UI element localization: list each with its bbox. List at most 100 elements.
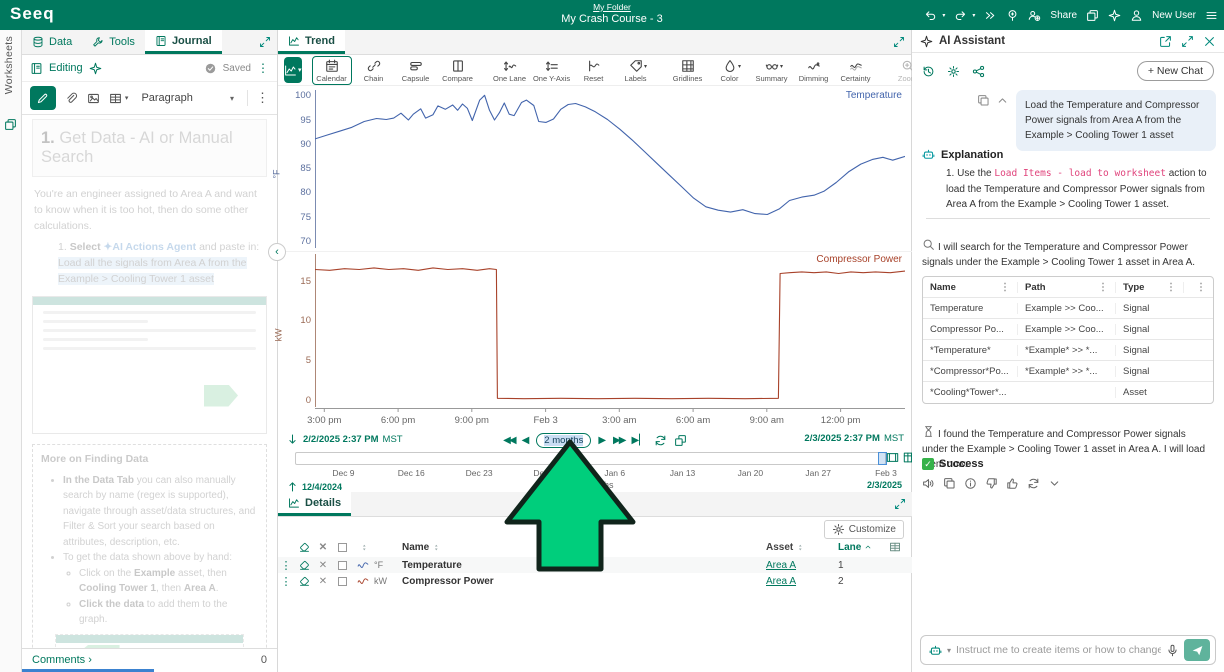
read-aloud-icon[interactable]	[922, 477, 935, 490]
ai-actions-agent-link[interactable]: ✦AI Actions Agent	[104, 241, 197, 253]
collapse-panel-button[interactable]: ‹	[268, 243, 286, 261]
temperature-lane[interactable]: °F707580859095100Temperature	[278, 88, 912, 250]
compressor-power-plot[interactable]	[315, 252, 905, 407]
ai-table-row[interactable]: Compressor Po...Example >> Coo...Signal	[923, 319, 1213, 340]
ai-share-icon[interactable]	[972, 65, 985, 78]
chat-history-icon[interactable]	[922, 65, 935, 78]
redo-caret-icon[interactable]: ▾	[972, 12, 975, 19]
expand-journal-icon[interactable]	[259, 36, 271, 48]
step-to-now-button[interactable]: ▶▏	[631, 435, 646, 446]
row-checkbox[interactable]	[332, 577, 352, 586]
eraser-icon[interactable]	[294, 542, 314, 553]
temperature-plot[interactable]	[315, 88, 905, 248]
capsule-button[interactable]: Capsule	[396, 56, 436, 85]
user-icon[interactable]	[1130, 9, 1143, 22]
row-kebab-icon[interactable]: ⋮	[278, 559, 294, 572]
column-menu-icon[interactable]: ⋮	[1098, 282, 1108, 293]
tab-tools[interactable]: Tools	[82, 30, 145, 54]
series-legend[interactable]: Compressor Power	[816, 254, 902, 265]
ai-mode-icon[interactable]	[929, 644, 942, 657]
row-name[interactable]: Temperature	[402, 560, 766, 571]
chain-button[interactable]: Chain	[354, 56, 394, 85]
explore-icon[interactable]	[1006, 9, 1019, 22]
certainty-button[interactable]: Certainty	[836, 56, 876, 85]
new-chat-button[interactable]: + New Chat	[1137, 61, 1214, 81]
labels-button[interactable]: ▾Labels	[616, 56, 656, 85]
journal-ai-icon[interactable]	[89, 62, 102, 75]
tab-details[interactable]: Details	[278, 492, 351, 516]
collapse-message-icon[interactable]	[996, 94, 1009, 107]
ai-pen-button[interactable]	[30, 86, 56, 110]
regenerate-icon[interactable]	[1027, 477, 1040, 490]
thumbs-down-icon[interactable]	[985, 477, 998, 490]
col-name[interactable]: Name	[402, 542, 766, 553]
duration-pill[interactable]: 2 months	[536, 433, 591, 448]
timeline-slider[interactable]	[295, 452, 886, 465]
comments-link[interactable]: Comments ›	[32, 654, 92, 666]
user-name-label[interactable]: New User	[1152, 10, 1196, 21]
copy-response-icon[interactable]	[943, 477, 956, 490]
row-asset-link[interactable]: Area A	[766, 576, 832, 587]
one-y-axis-button[interactable]: One Y-Axis	[532, 56, 572, 85]
expand-details-icon[interactable]	[894, 498, 906, 510]
column-menu-icon[interactable]: ⋮	[1166, 282, 1176, 293]
tab-data[interactable]: Data	[22, 30, 82, 54]
expand-ai-icon[interactable]	[1181, 35, 1194, 48]
hamburger-menu-icon[interactable]	[1205, 9, 1218, 22]
summary-button[interactable]: ▾Summary	[752, 56, 792, 85]
share-button[interactable]: Share	[1050, 10, 1077, 21]
step-forward-double-button[interactable]: ▶▶	[613, 435, 624, 446]
redo-icon[interactable]	[954, 9, 967, 22]
column-menu-icon[interactable]: ⋮	[1000, 282, 1010, 293]
row-eraser-icon[interactable]	[294, 576, 314, 587]
row-asset-link[interactable]: Area A	[766, 560, 832, 571]
worksheets-window-icon[interactable]	[1086, 9, 1099, 22]
expand-trend-icon[interactable]	[893, 36, 905, 48]
col-asset[interactable]: Asset	[766, 542, 832, 553]
row-name[interactable]: Compressor Power	[402, 576, 766, 587]
ai-prompt-input[interactable]	[956, 644, 1161, 656]
worksheets-panel-icon[interactable]	[4, 118, 17, 131]
ai-mode-caret-icon[interactable]: ▾	[947, 646, 951, 655]
worksheets-strip[interactable]: Worksheets	[0, 30, 22, 672]
thumbs-up-icon[interactable]	[1006, 477, 1019, 490]
customize-button[interactable]: Customize	[824, 520, 904, 539]
ai-table-row[interactable]: *Compressor*Po...*Example* >> *...Signal	[923, 361, 1213, 382]
open-in-new-icon[interactable]	[1159, 35, 1172, 48]
row-checkbox[interactable]	[332, 561, 352, 570]
forward-icon[interactable]	[984, 9, 997, 22]
mic-icon[interactable]	[1166, 644, 1179, 657]
color-button[interactable]: ▾Color	[710, 56, 750, 85]
column-menu-icon[interactable]: ⋮	[1196, 282, 1206, 293]
step-back-double-button[interactable]: ◀◀	[503, 435, 514, 446]
more-actions-icon[interactable]	[1048, 477, 1061, 490]
row-eraser-icon[interactable]	[294, 560, 314, 571]
undo-caret-icon[interactable]: ▾	[942, 12, 945, 19]
tab-trend[interactable]: Trend	[278, 30, 345, 54]
step-back-button[interactable]: ◀	[522, 435, 530, 446]
sort-icon[interactable]	[352, 543, 374, 552]
row-kebab-icon[interactable]: ⋮	[278, 575, 294, 588]
dimming-button[interactable]: Dimming	[794, 56, 834, 85]
ai-table-row[interactable]: *Cooling*Tower*...Asset	[923, 382, 1213, 403]
details-row[interactable]: ⋮✕kWCompressor PowerArea A2	[278, 573, 912, 589]
attach-icon[interactable]	[65, 92, 78, 105]
remove-all-icon[interactable]: ✕	[314, 542, 332, 553]
calendar-button[interactable]: Calendar	[312, 56, 352, 85]
select-all-checkbox[interactable]	[332, 543, 352, 552]
chart-type-button[interactable]: ▾	[284, 57, 302, 83]
step-forward-button[interactable]: ▶	[598, 435, 606, 446]
compare-button[interactable]: Compare	[438, 56, 478, 85]
undo-icon[interactable]	[924, 9, 937, 22]
info-icon[interactable]	[964, 477, 977, 490]
series-legend[interactable]: Temperature	[846, 90, 902, 101]
tab-journal[interactable]: Journal	[145, 30, 222, 54]
one-lane-button[interactable]: One Lane	[490, 56, 530, 85]
metadata-column-icon[interactable]	[878, 541, 912, 553]
insert-image-icon[interactable]	[87, 92, 100, 105]
reset-button[interactable]: Reset	[574, 56, 614, 85]
format-overflow-icon[interactable]: ⋮	[247, 90, 269, 106]
refresh-range-icon[interactable]	[654, 434, 667, 447]
ai-settings-icon[interactable]	[947, 65, 960, 78]
ai-table-row[interactable]: TemperatureExample >> Coo...Signal	[923, 298, 1213, 319]
